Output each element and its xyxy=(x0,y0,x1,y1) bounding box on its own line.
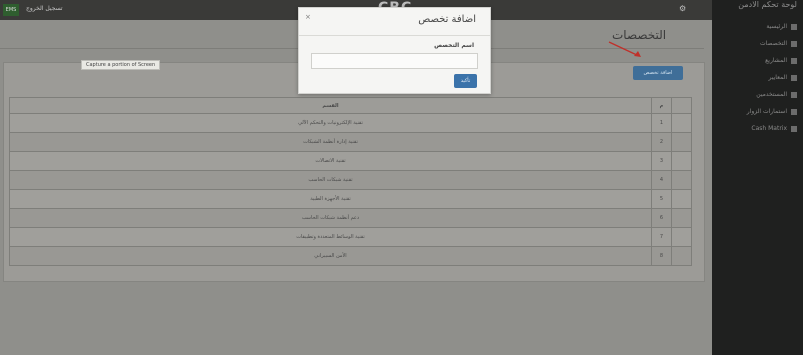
table-row[interactable]: تقنية الاتصالات 3 xyxy=(9,151,692,171)
cell-number: 7 xyxy=(651,227,672,247)
sidebar-item-label: المستخدمين xyxy=(756,91,787,98)
cell-number: 6 xyxy=(651,208,672,228)
logout-link[interactable]: تسجيل الخروج xyxy=(26,5,63,12)
table-row[interactable]: دعم أنظمة شبكات الحاسب 6 xyxy=(9,208,692,228)
cell-name: تقنية الاتصالات xyxy=(9,151,652,171)
cell-name: تقنية الوسائط المتعددة وتطبيقات xyxy=(9,227,652,247)
users-icon xyxy=(791,91,797,98)
sidebar-item-label: Cash Matrix xyxy=(751,125,787,132)
table-row[interactable]: تقنية شبكات الحاسب 4 xyxy=(9,170,692,190)
cell-select xyxy=(671,227,692,247)
modal-divider xyxy=(299,35,490,36)
cell-select xyxy=(671,151,692,171)
add-specialization-modal: × اضافة تخصص اسم التخصص تأكيد xyxy=(298,7,491,94)
sidebar-item-visitor-forms[interactable]: استمارات الزوار xyxy=(747,103,797,120)
sidebar-item-users[interactable]: المستخدمين xyxy=(747,86,797,103)
table-row[interactable]: تقنية الوسائط المتعددة وتطبيقات 7 xyxy=(9,227,692,247)
cell-number: 3 xyxy=(651,151,672,171)
table-row[interactable]: الأمن السيبراني 8 xyxy=(9,246,692,266)
cell-name: تقنية إدارة أنظمة الشبكات xyxy=(9,132,652,152)
close-icon[interactable]: × xyxy=(305,13,311,21)
cell-select xyxy=(671,246,692,266)
header-name: القسم xyxy=(9,97,652,114)
top-left-button[interactable]: EMS xyxy=(3,4,19,16)
cell-select xyxy=(671,170,692,190)
sidebar: لوحة تحكم الادمن الرئيسية التخصصات المشا… xyxy=(712,0,803,355)
specialization-name-label: اسم التخصص xyxy=(434,42,474,49)
sidebar-item-label: استمارات الزوار xyxy=(746,108,787,115)
checklist-icon xyxy=(791,74,797,81)
confirm-button[interactable]: تأكيد xyxy=(454,74,477,88)
cell-name: تقنية شبكات الحاسب xyxy=(9,170,652,190)
header-select xyxy=(671,97,692,114)
cell-number: 2 xyxy=(651,132,672,152)
table-row[interactable]: تقنية الإلكترونيات والتحكم الآلي 1 xyxy=(9,113,692,133)
cell-select xyxy=(671,189,692,209)
table-header-row: القسم م xyxy=(9,97,692,114)
specialization-name-input[interactable] xyxy=(311,53,478,69)
cell-number: 5 xyxy=(651,189,672,209)
sidebar-item-projects[interactable]: المشاريع xyxy=(747,52,797,69)
sidebar-item-specializations[interactable]: التخصصات xyxy=(747,35,797,52)
cell-select xyxy=(671,208,692,228)
grid-icon xyxy=(791,125,797,132)
specializations-table: القسم م تقنية الإلكترونيات والتحكم الآلي… xyxy=(9,97,692,266)
cell-select xyxy=(671,113,692,133)
list-icon xyxy=(791,40,797,47)
sidebar-item-label: الرئيسية xyxy=(766,23,787,30)
cell-name: الأمن السيبراني xyxy=(9,246,652,266)
capture-tooltip: Capture a portion of Screen xyxy=(81,60,161,70)
sidebar-menu: الرئيسية التخصصات المشاريع المعايير المس… xyxy=(747,18,797,137)
folder-icon xyxy=(791,57,797,64)
table-row[interactable]: تقنية الأجهزة الطبية 5 xyxy=(9,189,692,209)
table-row[interactable]: تقنية إدارة أنظمة الشبكات 2 xyxy=(9,132,692,152)
cell-name: دعم أنظمة شبكات الحاسب xyxy=(9,208,652,228)
cell-select xyxy=(671,132,692,152)
sidebar-item-label: المشاريع xyxy=(765,57,787,64)
form-icon xyxy=(791,108,797,115)
cell-number: 1 xyxy=(651,113,672,133)
header-number: م xyxy=(651,97,672,114)
modal-title: اضافة تخصص xyxy=(418,14,476,25)
home-icon xyxy=(791,23,797,30)
sidebar-title: لوحة تحكم الادمن xyxy=(738,0,797,9)
cell-number: 4 xyxy=(651,170,672,190)
sidebar-item-criteria[interactable]: المعايير xyxy=(747,69,797,86)
cell-number: 8 xyxy=(651,246,672,266)
sidebar-item-label: التخصصات xyxy=(759,40,787,47)
sidebar-item-cash-matrix[interactable]: Cash Matrix xyxy=(747,120,797,137)
cell-name: تقنية الأجهزة الطبية xyxy=(9,189,652,209)
red-arrow-annotation xyxy=(608,41,641,57)
sidebar-item-label: المعايير xyxy=(768,74,787,81)
sidebar-item-home[interactable]: الرئيسية xyxy=(747,18,797,35)
cell-name: تقنية الإلكترونيات والتحكم الآلي xyxy=(9,113,652,133)
settings-icon[interactable]: ⚙ xyxy=(679,4,686,13)
add-specialization-button[interactable]: اضافة تخصص xyxy=(633,66,683,80)
